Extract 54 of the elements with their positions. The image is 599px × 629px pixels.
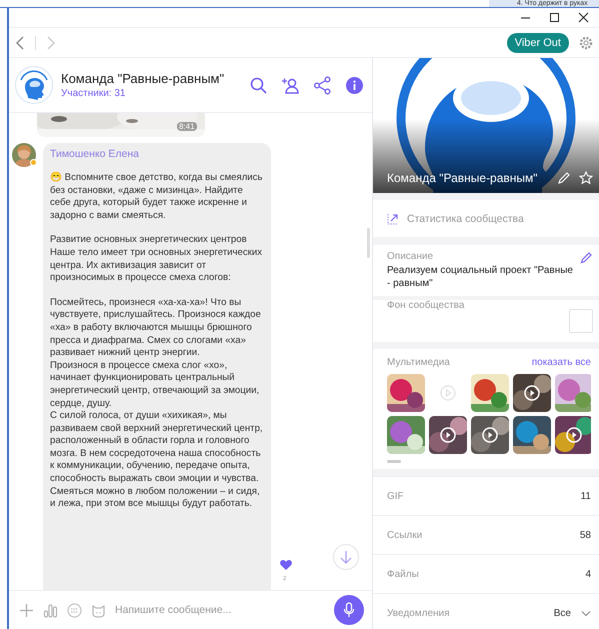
group-avatar [15,66,53,104]
search-icon[interactable] [249,76,268,94]
media-label: Мультимедиа [387,357,450,368]
show-all-link[interactable]: показать все [532,357,591,368]
star-icon[interactable] [579,171,593,185]
description-label: Описание [387,251,434,262]
item-count: 58 [580,530,591,540]
statistics-link[interactable]: Статистика сообщества [373,200,599,237]
message-text: 😁 Вспомните свое детство, когда вы смеялись без остановки, «даже с мизинца». Найдите себе друга, который будет также искренне и задорно с вами смеяться. [50,172,263,222]
message-time: 8:41 [177,122,197,131]
share-icon[interactable] [313,76,332,94]
scroll-down-button[interactable] [333,544,359,570]
message-text: Смеяться можно в любом положении – и сидя, и лежа, при этом все мышцы будут работать. [50,486,261,511]
chart-icon [387,212,399,224]
statistics-label: Статистика сообщества [407,212,524,224]
bars-icon[interactable] [43,602,58,618]
message-text: Посмейтесь, произнеся «ха-ха-ха»! Что вы чувствуете, прислушайтесь. Произнося каждое «ха» в работу включаются мышцы брюшного пресса и диафрагма. Смех со слогами «ха» развивает нижний центр энергии. [50,296,262,360]
item-count: 11 [580,490,591,502]
scrollbar[interactable] [367,228,370,258]
message-text: Развитие основных энергетических центров [50,234,248,247]
row-label: Файлы [387,568,420,580]
background-label: Фон сообщества [387,300,464,311]
back-icon[interactable] [15,36,25,50]
background-swatch[interactable] [569,309,593,333]
viber-out-button[interactable]: Viber Out [506,32,569,52]
message-text: С силой голоса, от души «хихикая», мы развиваем свой верхний энергетический центр, расположенный в области горла и головного мозга. В нем сосредоточена наша способность к коммуникации, обучению, передаче опыта, способность выражать свои эмоции и чувства. [50,410,263,486]
message-text: Произнося в процессе смеха слог «хо», начинает функционировать центральный энергетический центр, отвечающий за эмоции, сердце, душу. [50,360,260,410]
maximize-icon[interactable] [549,12,560,23]
community-name: Команда "Равные-равным" [387,171,539,185]
row-label: GIF [387,490,405,502]
scrollbar[interactable] [387,460,401,463]
row-label: Ссылки [387,530,424,540]
author-name[interactable]: Тимошенко Елена [50,148,263,160]
voice-message-button[interactable] [334,595,364,625]
message-text: Наше тело имеет три основных энергетических центра. Их активизация зависит от произносимых в процессе смеха слогов: [50,246,263,285]
chevron-down-icon[interactable] [581,610,591,616]
status-badge [30,159,37,166]
dropdown-value[interactable]: Все [554,608,571,618]
add-person-icon[interactable] [281,76,300,94]
close-icon[interactable] [578,12,589,23]
sticker-icon[interactable] [91,602,106,618]
plus-icon[interactable] [19,602,34,618]
chat-title: Команда "Равные-равным" [61,71,226,86]
microphone-icon [343,602,355,618]
avatar[interactable] [12,143,36,167]
description-text: Реализуем социальный проект "Равные - равным" [387,264,574,290]
info-icon[interactable] [345,76,364,94]
message-input[interactable]: Напишите сообщение... [115,601,325,619]
row-label: Уведомления [387,608,451,618]
settings-icon[interactable] [579,36,593,50]
arrow-down-icon [340,550,352,564]
members-count[interactable]: Участники: 31 [61,88,236,99]
edit-icon[interactable] [580,251,593,264]
item-count: 4 [585,568,591,580]
